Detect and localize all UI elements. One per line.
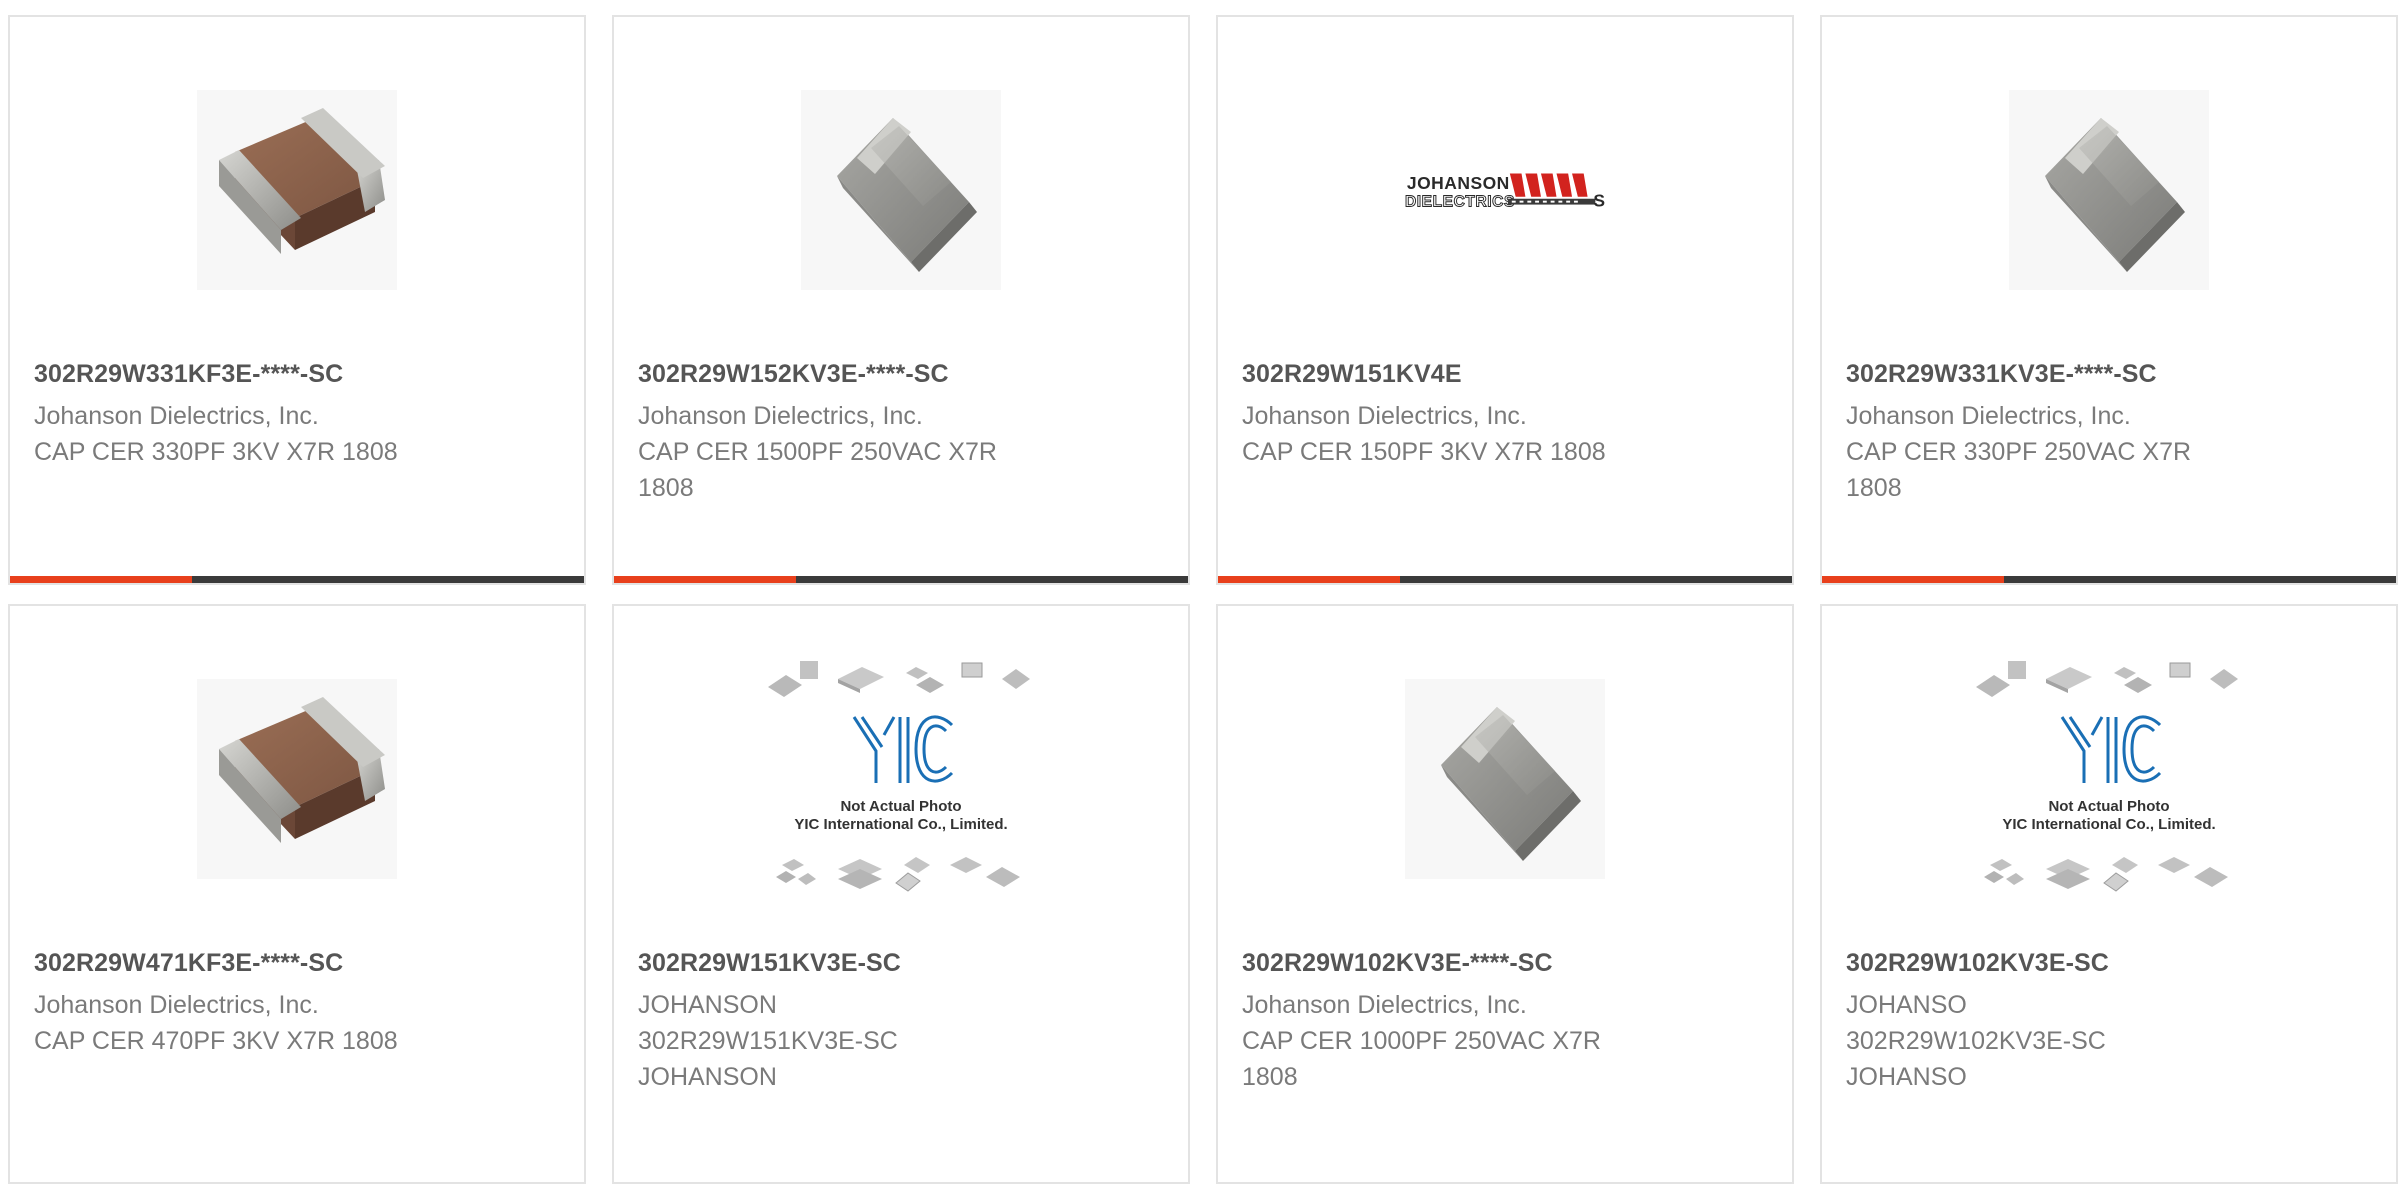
product-description-continued: 1808 (638, 474, 694, 502)
manufacturer-name: Johanson Dielectrics, Inc. (34, 402, 319, 430)
product-description-continued: JOHANSO (1846, 1063, 1967, 1091)
yic-not-actual-photo-image[interactable]: Not Actual Photo YIC International Co., … (1822, 660, 2396, 892)
manufacturer-name: JOHANSO (1846, 991, 1967, 1019)
product-description: CAP CER 330PF 250VAC X7R (1846, 438, 2192, 466)
manufacturer-name: Johanson Dielectrics, Inc. (1242, 402, 1527, 430)
product-card[interactable]: Not Actual Photo YIC International Co., … (1820, 604, 2398, 1184)
product-card[interactable]: 302R29W331KV3E-****-SC Johanson Dielectr… (1820, 15, 2398, 585)
card-accent-bar (10, 576, 192, 583)
yic-logo-icon (852, 715, 954, 783)
product-card[interactable]: 302R29W331KF3E-****-SC Johanson Dielectr… (8, 15, 586, 585)
manufacturer-name: Johanson Dielectrics, Inc. (1846, 402, 2131, 430)
yic-company-label: YIC International Co., Limited. (2002, 816, 2215, 833)
product-description-continued: 1808 (1242, 1063, 1298, 1091)
part-number-link[interactable]: 302R29W331KF3E-****-SC (34, 360, 343, 389)
johanson-dielectrics-logo[interactable] (1218, 85, 1792, 295)
card-accent-bar (1218, 576, 1400, 583)
product-description: 302R29W102KV3E-SC (1846, 1027, 2106, 1055)
product-details: JOHANSO 302R29W102KV3E-SC JOHANSO (1846, 987, 2106, 1095)
product-description: 302R29W151KV3E-SC (638, 1027, 898, 1055)
yic-company-label: YIC International Co., Limited. (794, 816, 1007, 833)
card-accent-bar (614, 576, 796, 583)
card-accent-bar (1822, 576, 2004, 583)
product-grid: 302R29W331KF3E-****-SC Johanson Dielectr… (0, 0, 2400, 1184)
product-details: Johanson Dielectrics, Inc. CAP CER 330PF… (1846, 398, 2191, 506)
product-description-continued: 1808 (1846, 474, 1902, 502)
product-details: Johanson Dielectrics, Inc. CAP CER 330PF… (34, 398, 398, 470)
not-actual-photo-label: Not Actual Photo (2048, 798, 2169, 815)
brown-chip-capacitor-image[interactable] (10, 85, 584, 295)
part-number-link[interactable]: 302R29W151KV3E-SC (638, 949, 901, 978)
product-details: Johanson Dielectrics, Inc. CAP CER 1000P… (1242, 987, 1601, 1095)
part-number-link[interactable]: 302R29W471KF3E-****-SC (34, 949, 343, 978)
part-number-link[interactable]: 302R29W102KV3E-****-SC (1242, 949, 1553, 978)
product-details: Johanson Dielectrics, Inc. CAP CER 1500P… (638, 398, 997, 506)
gray-chip-capacitor-image[interactable] (1822, 85, 2396, 295)
yic-logo-icon (2060, 715, 2162, 783)
product-details: Johanson Dielectrics, Inc. CAP CER 470PF… (34, 987, 398, 1059)
part-number-link[interactable]: 302R29W102KV3E-SC (1846, 949, 2109, 978)
manufacturer-name: Johanson Dielectrics, Inc. (638, 402, 923, 430)
product-description-continued: JOHANSON (638, 1063, 777, 1091)
brown-chip-capacitor-image[interactable] (10, 674, 584, 884)
product-card[interactable]: 302R29W152KV3E-****-SC Johanson Dielectr… (612, 15, 1190, 585)
part-number-link[interactable]: 302R29W152KV3E-****-SC (638, 360, 949, 389)
product-card[interactable]: 302R29W102KV3E-****-SC Johanson Dielectr… (1216, 604, 1794, 1184)
part-number-link[interactable]: 302R29W331KV3E-****-SC (1846, 360, 2157, 389)
yic-not-actual-photo-image[interactable]: Not Actual Photo YIC International Co., … (614, 660, 1188, 892)
gray-chip-capacitor-image[interactable] (614, 85, 1188, 295)
part-number-link[interactable]: 302R29W151KV4E (1242, 360, 1462, 389)
product-description: CAP CER 470PF 3KV X7R 1808 (34, 1027, 398, 1055)
card-bottom-bar (10, 576, 584, 583)
product-details: Johanson Dielectrics, Inc. CAP CER 150PF… (1242, 398, 1606, 470)
product-description: CAP CER 1500PF 250VAC X7R (638, 438, 997, 466)
manufacturer-name: Johanson Dielectrics, Inc. (34, 991, 319, 1019)
product-description: CAP CER 150PF 3KV X7R 1808 (1242, 438, 1606, 466)
product-card[interactable]: Not Actual Photo YIC International Co., … (612, 604, 1190, 1184)
not-actual-photo-label: Not Actual Photo (840, 798, 961, 815)
gray-chip-capacitor-image[interactable] (1218, 674, 1792, 884)
card-bottom-bar (614, 576, 1188, 583)
product-description: CAP CER 330PF 3KV X7R 1808 (34, 438, 398, 466)
manufacturer-name: JOHANSON (638, 991, 777, 1019)
card-bottom-bar (1822, 576, 2396, 583)
manufacturer-name: Johanson Dielectrics, Inc. (1242, 991, 1527, 1019)
product-description: CAP CER 1000PF 250VAC X7R (1242, 1027, 1601, 1055)
card-bottom-bar (1218, 576, 1792, 583)
product-card[interactable]: 302R29W471KF3E-****-SC Johanson Dielectr… (8, 604, 586, 1184)
product-card[interactable]: 302R29W151KV4E Johanson Dielectrics, Inc… (1216, 15, 1794, 585)
product-details: JOHANSON 302R29W151KV3E-SC JOHANSON (638, 987, 898, 1095)
